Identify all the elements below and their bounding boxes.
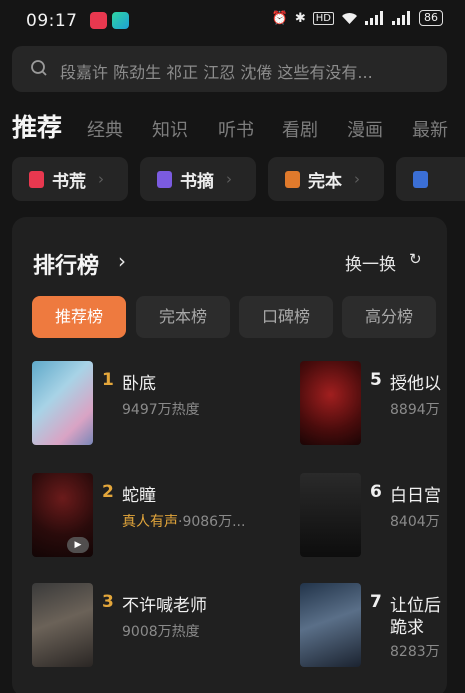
chevron-right-icon: ›: [354, 170, 360, 188]
bookmark-icon: [157, 170, 172, 188]
hd-icon: HD: [312, 11, 334, 25]
rank-number: 2: [102, 482, 114, 502]
tab-knowledge[interactable]: 知识: [152, 116, 188, 142]
book-title-line2: 跪求: [390, 618, 424, 638]
battery-icon: 86: [419, 10, 443, 26]
app-notification-icon: [90, 12, 107, 29]
book-heat: 8404万: [390, 514, 440, 530]
book-heat: 8283万: [390, 644, 440, 660]
tab-comics[interactable]: 漫画: [347, 116, 383, 142]
book-cover: ▶: [32, 473, 93, 557]
rank-number: 7: [370, 592, 382, 612]
chip-book-shortage[interactable]: 书荒 ›: [12, 157, 128, 201]
quick-chips: 书荒 › 书摘 › 完本 ›: [12, 157, 465, 201]
search-bar[interactable]: 段嘉许 陈劲生 祁正 江忍 沈倦 这些有没有...: [12, 46, 447, 92]
book-heat: 9497万热度: [122, 402, 200, 418]
tab-recommend-rank[interactable]: 推荐榜: [32, 296, 126, 338]
status-time: 09:17: [26, 11, 78, 31]
book-title: 卧底: [122, 374, 156, 394]
book-cover: [32, 583, 93, 667]
tab-completed-rank[interactable]: 完本榜: [136, 296, 230, 338]
search-placeholder: 段嘉许 陈劲生 祁正 江忍 沈倦 这些有没有...: [60, 63, 373, 82]
chip-label: 完本: [308, 171, 342, 192]
tab-reputation-rank[interactable]: 口碑榜: [239, 296, 333, 338]
wifi-icon: [342, 13, 357, 24]
status-icons: ⏰ ✱ HD 86: [272, 10, 443, 26]
app-notification-icon-2: [112, 12, 129, 29]
category-tabs: 推荐 经典 知识 听书 看剧 漫画 最新: [12, 108, 465, 148]
tab-recommend[interactable]: 推荐: [12, 108, 62, 144]
refresh-button[interactable]: 换一换: [345, 250, 396, 275]
audio-tag: 真人有声: [122, 514, 178, 530]
ranking-card: 排行榜 › 换一换 ↻ 推荐榜 完本榜 口碑榜 高分榜 1 卧底 9497万热度…: [12, 217, 447, 693]
chip-label: 书荒: [52, 171, 86, 192]
book-title: 授他以: [390, 374, 441, 394]
status-bar: 09:17 ⏰ ✱ HD 86: [0, 0, 465, 42]
chevron-right-icon[interactable]: ›: [118, 249, 126, 273]
signal-icon-2: [392, 11, 410, 25]
vibrate-icon: ✱: [294, 10, 306, 26]
book-heat: 9008万热度: [122, 624, 200, 640]
book-title: 蛇瞳: [122, 486, 156, 506]
tab-drama[interactable]: 看剧: [282, 116, 318, 142]
tab-high-score-rank[interactable]: 高分榜: [342, 296, 436, 338]
search-icon: [31, 60, 47, 76]
book-title: 不许喊老师: [122, 596, 207, 616]
book-cover: [300, 361, 361, 445]
book-cover: [32, 361, 93, 445]
finished-book-icon: [285, 170, 300, 188]
refresh-icon[interactable]: ↻: [409, 250, 422, 268]
tab-audiobook[interactable]: 听书: [218, 116, 254, 142]
flag-icon: [413, 170, 428, 188]
book-heat-value: ·9086万...: [178, 514, 246, 530]
tab-classic[interactable]: 经典: [87, 116, 123, 142]
rank-number: 1: [102, 370, 114, 390]
rank-number: 6: [370, 482, 382, 502]
chevron-right-icon: ›: [226, 170, 232, 188]
chip-more[interactable]: [396, 157, 465, 201]
book-heat: 真人有声·9086万...: [122, 511, 245, 531]
chevron-right-icon: ›: [98, 170, 104, 188]
play-icon: ▶: [67, 537, 89, 553]
ranking-tabs: 推荐榜 完本榜 口碑榜 高分榜: [32, 296, 447, 338]
rank-number: 5: [370, 370, 382, 390]
ranking-title[interactable]: 排行榜: [33, 248, 99, 280]
chip-completed[interactable]: 完本 ›: [268, 157, 384, 201]
book-heat: 8894万: [390, 402, 440, 418]
chip-label: 书摘: [180, 171, 214, 192]
alarm-icon: ⏰: [271, 10, 288, 26]
signal-icon: [365, 11, 383, 25]
rank-number: 3: [102, 592, 114, 612]
chip-excerpts[interactable]: 书摘 ›: [140, 157, 256, 201]
book-cover: [300, 583, 361, 667]
book-cover: [300, 473, 361, 557]
tab-latest[interactable]: 最新: [412, 116, 448, 142]
book-title: 白日宫: [390, 486, 441, 506]
book-icon: [29, 170, 44, 188]
